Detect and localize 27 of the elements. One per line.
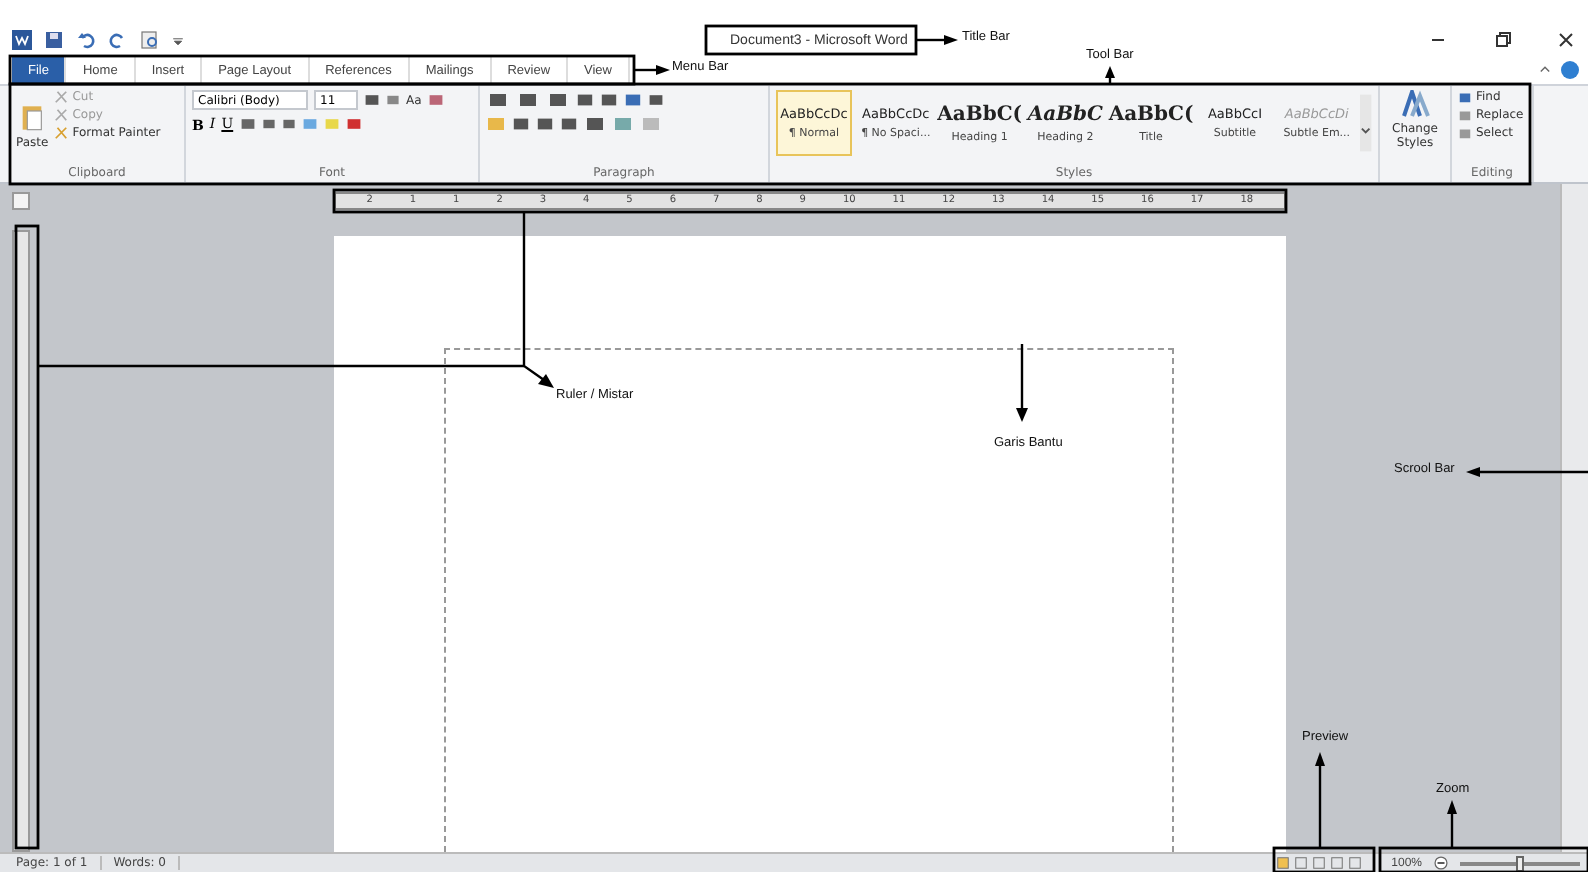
clipboard-icon[interactable] <box>20 104 45 132</box>
scroll-bar[interactable] <box>1560 184 1588 852</box>
leader-arrow <box>634 65 670 75</box>
leader-arrow <box>916 35 958 45</box>
outline-icon[interactable] <box>1329 856 1344 870</box>
gallery-scroll-icon[interactable] <box>1360 90 1373 156</box>
word-logo-icon[interactable] <box>12 30 32 50</box>
close-icon[interactable] <box>1556 30 1576 50</box>
print-layout-icon[interactable] <box>1275 856 1290 870</box>
help-icon[interactable] <box>1560 60 1580 80</box>
web-layout-icon[interactable] <box>1311 856 1326 870</box>
full-screen-icon[interactable] <box>1293 856 1308 870</box>
zoom-out-icon[interactable] <box>1434 856 1448 870</box>
leader-arrow <box>1447 800 1457 848</box>
print-preview-icon[interactable] <box>140 30 160 50</box>
leader-arrow <box>1105 66 1115 84</box>
save-icon[interactable] <box>44 30 64 50</box>
tab-selector[interactable] <box>11 192 29 210</box>
redo-icon[interactable] <box>108 30 128 50</box>
draft-icon[interactable] <box>1347 856 1362 870</box>
undo-icon[interactable] <box>76 30 96 50</box>
zoom-thumb[interactable] <box>1516 855 1524 871</box>
change-styles-icon <box>1401 90 1429 118</box>
leader-arrow <box>1016 344 1028 422</box>
leader-arrow <box>1315 752 1325 848</box>
restore-icon[interactable] <box>1492 30 1512 50</box>
leader-arrow <box>1466 467 1588 477</box>
